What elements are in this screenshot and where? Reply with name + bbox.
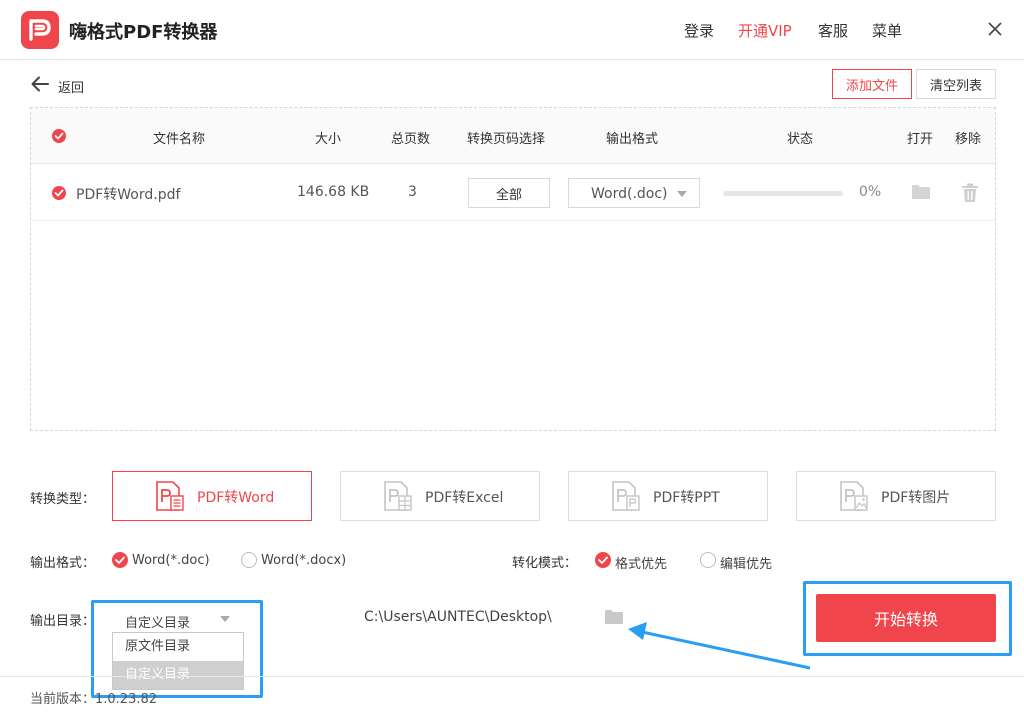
app-logo-icon: [21, 11, 59, 49]
type-pdf-to-excel-label: PDF转Excel: [425, 490, 504, 506]
format-docx-label[interactable]: Word(*.docx): [261, 553, 346, 568]
output-dir-label: 输出目录：: [30, 614, 96, 629]
title-bar: 嗨格式PDF转换器 登录 开通VIP 客服 菜单: [0, 0, 1024, 60]
annotation-arrow-icon: [628, 622, 811, 670]
format-doc-radio[interactable]: [112, 552, 128, 568]
output-path: C:\Users\AUNTEC\Desktop\: [364, 609, 552, 625]
mode-edit-first-radio[interactable]: [700, 552, 716, 568]
caret-down-icon: [677, 191, 687, 197]
pdf-word-icon: [153, 480, 187, 518]
close-icon[interactable]: [986, 20, 1004, 38]
mode-edit-first-label[interactable]: 编辑优先: [720, 553, 772, 572]
back-label: 返回: [58, 81, 85, 96]
row-checkbox[interactable]: [52, 186, 66, 200]
row-page-count: 3: [408, 184, 417, 200]
header-remove: 移除: [955, 132, 982, 147]
version-text: 当前版本：1.0.23.82: [30, 692, 158, 707]
header-pages: 总页数: [391, 132, 431, 147]
progress-bar: [723, 191, 843, 196]
header-status: 状态: [787, 132, 814, 147]
conversion-type-label: 转换类型：: [30, 492, 96, 507]
pdf-ppt-icon: [609, 480, 643, 518]
type-pdf-to-word-label: PDF转Word: [197, 490, 275, 506]
vip-link[interactable]: 开通VIP: [738, 20, 792, 41]
folder-icon[interactable]: [911, 184, 931, 204]
type-pdf-to-excel[interactable]: PDF转Excel: [340, 471, 540, 521]
header-page-select: 转换页码选择: [467, 132, 546, 147]
mode-format-first-radio[interactable]: [595, 552, 611, 568]
header-size: 大小: [315, 132, 342, 147]
header-open: 打开: [907, 132, 934, 147]
customer-service-link[interactable]: 客服: [818, 20, 848, 41]
highlight-box-start: [803, 581, 1012, 656]
highlight-box-dir: [91, 600, 263, 698]
header-file-name: 文件名称: [153, 132, 206, 147]
output-format-select[interactable]: Word(.doc): [568, 178, 700, 208]
output-format-label: 输出格式：: [30, 556, 96, 571]
page-range-button[interactable]: 全部: [468, 178, 550, 208]
type-pdf-to-ppt-label: PDF转PPT: [653, 490, 720, 506]
pdf-excel-icon: [381, 480, 415, 518]
type-pdf-to-image[interactable]: PDF转图片: [796, 471, 996, 521]
trash-icon[interactable]: [961, 183, 979, 207]
format-docx-radio[interactable]: [241, 552, 257, 568]
type-pdf-to-word[interactable]: PDF转Word: [112, 471, 312, 521]
table-header: 文件名称 大小 总页数 转换页码选择 输出格式 状态 打开 移除: [31, 108, 995, 164]
select-all-checkbox[interactable]: [52, 129, 66, 143]
mode-format-first-label[interactable]: 格式优先: [615, 553, 667, 572]
type-pdf-to-image-label: PDF转图片: [881, 490, 951, 506]
file-list-panel: 文件名称 大小 总页数 转换页码选择 输出格式 状态 打开 移除 PDF转Wor…: [30, 107, 996, 431]
row-file-size: 146.68 KB: [297, 184, 370, 200]
clear-list-button[interactable]: 清空列表: [916, 69, 996, 99]
app-title: 嗨格式PDF转换器: [69, 22, 218, 43]
table-row: PDF转Word.pdf 146.68 KB 3 全部 Word(.doc) 0…: [31, 165, 995, 221]
pdf-image-icon: [837, 480, 871, 518]
conversion-mode-label: 转化模式：: [512, 556, 578, 571]
add-file-button[interactable]: 添加文件: [832, 69, 912, 99]
progress-percent: 0%: [859, 184, 882, 200]
arrow-left-icon: [31, 76, 49, 92]
output-format-value: Word(.doc): [591, 186, 668, 202]
row-file-name: PDF转Word.pdf: [76, 187, 181, 203]
footer-divider: [0, 676, 1024, 677]
format-doc-label[interactable]: Word(*.doc): [132, 553, 210, 568]
type-pdf-to-ppt[interactable]: PDF转PPT: [568, 471, 768, 521]
header-output-format: 输出格式: [606, 132, 659, 147]
login-link[interactable]: 登录: [684, 20, 714, 41]
menu-link[interactable]: 菜单: [872, 20, 902, 41]
